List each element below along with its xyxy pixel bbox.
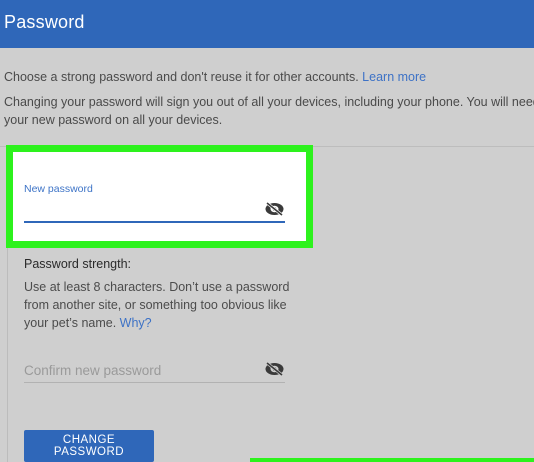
confirm-password-underline: [24, 382, 285, 383]
confirm-password-input[interactable]: Confirm new password: [24, 363, 161, 378]
info-line-1: Choose a strong password and don't reuse…: [4, 70, 359, 84]
highlight-line: [250, 458, 534, 462]
password-strength-title: Password strength:: [24, 257, 131, 271]
new-password-label: New password: [24, 183, 93, 195]
eye-off-icon[interactable]: [264, 361, 285, 377]
info-line-3: your new password on all your devices.: [4, 113, 223, 127]
page-title: Password: [4, 12, 85, 32]
info-line-2: Changing your password will sign you out…: [4, 95, 534, 109]
change-password-button[interactable]: CHANGE PASSWORD: [24, 430, 154, 462]
password-strength-text: Use at least 8 characters. Don’t use a p…: [24, 280, 290, 330]
new-password-highlight: [6, 145, 313, 248]
why-link[interactable]: Why?: [120, 316, 152, 330]
learn-more-link[interactable]: Learn more: [362, 70, 426, 84]
new-password-field[interactable]: [24, 221, 285, 223]
eye-off-icon[interactable]: [264, 201, 285, 217]
page-header: Password: [0, 0, 534, 48]
